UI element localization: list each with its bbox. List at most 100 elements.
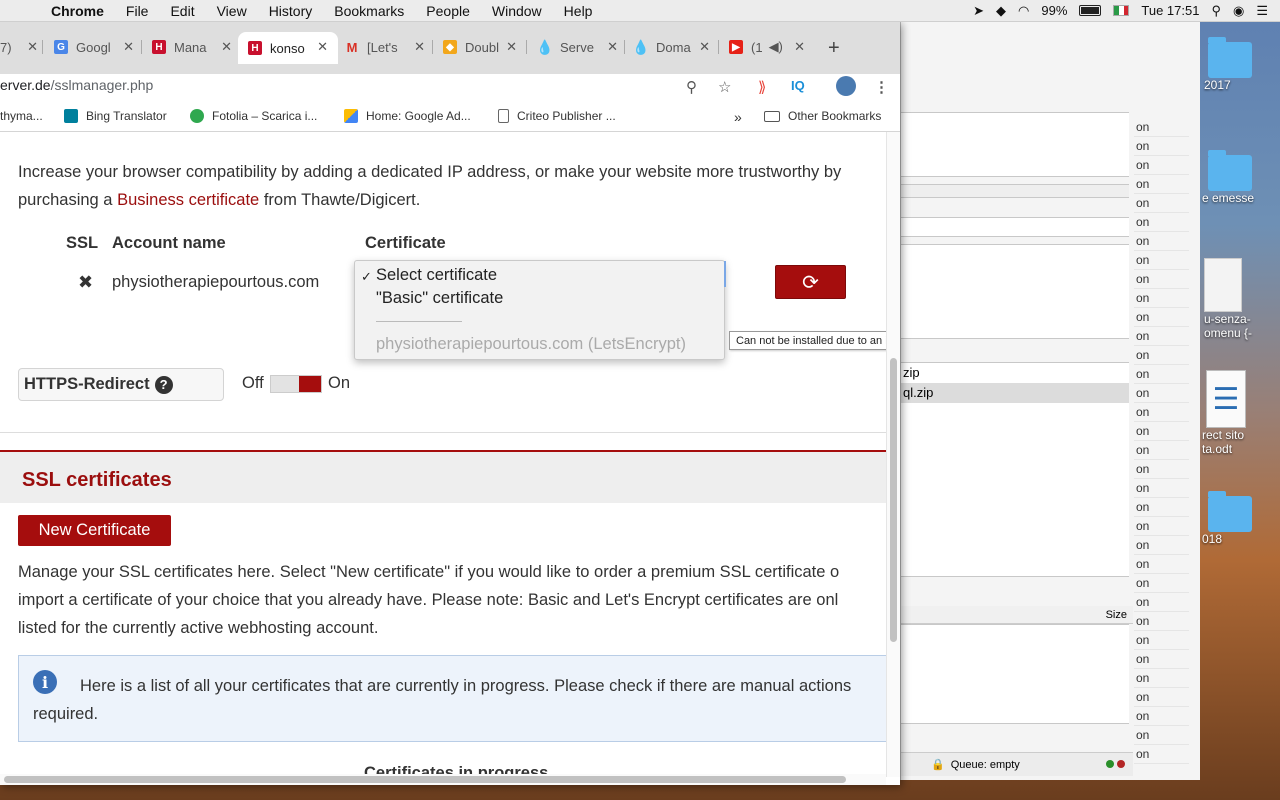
- column-cell: on: [1134, 270, 1189, 289]
- menu-window[interactable]: Window: [481, 3, 553, 19]
- close-icon[interactable]: ✕: [317, 39, 328, 55]
- battery-icon[interactable]: [1079, 5, 1102, 16]
- close-icon[interactable]: ✕: [699, 39, 710, 55]
- option-select-certificate[interactable]: Select certificate: [376, 266, 497, 285]
- tooltip: Can not be installed due to an invalid s…: [729, 331, 886, 350]
- other-bookmarks[interactable]: Other Bookmarks: [764, 109, 881, 123]
- desktop-label: e emesse: [1202, 191, 1255, 205]
- menu-chrome[interactable]: Chrome: [40, 3, 115, 19]
- file-item[interactable]: ql.zip: [901, 383, 1129, 403]
- close-icon[interactable]: ✕: [123, 39, 134, 55]
- business-certificate-link[interactable]: Business certificate: [117, 191, 259, 209]
- horizontal-scrollbar[interactable]: [0, 774, 886, 785]
- tab-8[interactable]: ▶ (1 ◀) ✕: [729, 32, 805, 62]
- tab-separator: [526, 40, 527, 54]
- fotolia-icon: [190, 109, 204, 123]
- spotlight-search-icon[interactable]: ⚲: [1211, 3, 1221, 19]
- tab-1[interactable]: G Googl ✕: [54, 32, 134, 62]
- close-icon[interactable]: ✕: [414, 39, 425, 55]
- file-item[interactable]: zip: [901, 363, 1129, 383]
- italian-flag-icon[interactable]: [1113, 5, 1130, 16]
- ssl-inactive-x-icon: ✖: [78, 272, 94, 292]
- help-question-icon[interactable]: ?: [154, 375, 173, 394]
- google-ads-icon: [344, 109, 358, 123]
- menu-people[interactable]: People: [415, 3, 481, 19]
- bookmark-fotolia[interactable]: Fotolia – Scarica i...: [190, 109, 317, 123]
- menu-view[interactable]: View: [206, 3, 258, 19]
- remote-column: on on on on on on on on on on on on on on on on on on on on…: [1134, 118, 1189, 764]
- bookmark-label: Other Bookmarks: [788, 109, 882, 123]
- bookmark-criteo[interactable]: Criteo Publisher ...: [498, 109, 616, 123]
- info-box: i Here is a list of all your certificate…: [18, 655, 886, 742]
- new-certificate-button[interactable]: New Certificate: [18, 515, 171, 546]
- option-basic-certificate[interactable]: "Basic" certificate: [376, 289, 503, 308]
- menu-edit[interactable]: Edit: [159, 3, 205, 19]
- tab-2[interactable]: H Mana ✕: [152, 32, 232, 62]
- extension-icon[interactable]: ⟫: [758, 78, 766, 96]
- menu-history[interactable]: History: [258, 3, 324, 19]
- menu-file[interactable]: File: [115, 3, 160, 19]
- close-icon[interactable]: ✕: [27, 39, 38, 55]
- close-icon[interactable]: ✕: [221, 39, 232, 55]
- vertical-scrollbar[interactable]: [886, 132, 900, 777]
- dropbox-icon[interactable]: ◆: [996, 3, 1006, 19]
- url-text[interactable]: erver.de/sslmanager.php: [0, 77, 153, 93]
- https-redirect-text: HTTPS-Redirect: [24, 375, 150, 393]
- tab-6[interactable]: 💧 Serve ✕: [538, 32, 618, 62]
- certificate-select-dropdown[interactable]: ✓ Select certificate "Basic" certificate…: [354, 260, 726, 360]
- zoom-icon[interactable]: ⚲: [686, 78, 697, 96]
- close-icon[interactable]: ✕: [607, 39, 618, 55]
- siri-icon[interactable]: ◉: [1233, 3, 1244, 19]
- scroll-thumb[interactable]: [4, 776, 846, 783]
- desktop-folder-2018[interactable]: 018: [1202, 491, 1252, 546]
- menu-help[interactable]: Help: [553, 3, 604, 19]
- notification-center-icon[interactable]: ☰: [1256, 3, 1268, 19]
- bookmark-google-ads[interactable]: Home: Google Ad...: [344, 109, 471, 123]
- desktop-folder-2017[interactable]: 2017: [1202, 37, 1252, 92]
- tab-4[interactable]: M [Let's ✕: [345, 32, 425, 62]
- toggle-on-label: On: [328, 374, 351, 392]
- tab-label: Googl: [76, 39, 111, 55]
- wifi-icon[interactable]: ◠: [1018, 3, 1029, 19]
- navigation-arrow-icon[interactable]: ➤: [973, 3, 984, 19]
- column-header-certificate: Certificate: [365, 234, 446, 252]
- bookmarks-bar: thyma... Bing Translator Fotolia – Scari…: [0, 102, 900, 132]
- column-cell: on: [1134, 536, 1189, 555]
- scroll-thumb[interactable]: [890, 358, 897, 642]
- background-file-browser: zip ql.zip Size 🔒 Queue: empty on on on on o…: [900, 22, 1200, 780]
- close-icon[interactable]: ✕: [506, 39, 517, 55]
- checkmark-icon: ✓: [361, 269, 372, 284]
- new-tab-button[interactable]: +: [828, 37, 840, 60]
- bookmark-0[interactable]: thyma...: [0, 109, 43, 123]
- toggle-knob[interactable]: [299, 376, 321, 392]
- folder-icon: [764, 110, 780, 122]
- tab-3-active[interactable]: H konso ✕: [238, 32, 338, 64]
- toggle-off-label: Off: [242, 374, 264, 392]
- menu-bookmarks[interactable]: Bookmarks: [323, 3, 415, 19]
- tab-5[interactable]: ◆ Doubl ✕: [443, 32, 517, 62]
- tab-strip: 7) ✕ G Googl ✕ H Mana ✕ H konso ✕ M [Let…: [0, 22, 900, 74]
- size-column-header[interactable]: Size: [901, 606, 1133, 624]
- path-combo[interactable]: [901, 217, 1129, 237]
- desktop-file-senza-nome[interactable]: u-senza- omenu {-: [1204, 258, 1252, 340]
- clock[interactable]: Tue 17:51: [1141, 3, 1199, 18]
- tab-7[interactable]: 💧 Doma ✕: [634, 32, 710, 62]
- bookmarks-overflow-chevron-icon[interactable]: »: [734, 109, 742, 125]
- iq-extension-icon[interactable]: IQ: [791, 78, 805, 93]
- address-bar[interactable]: erver.de/sslmanager.php ⚲ ☆ ⟫ IQ ⋮: [0, 74, 900, 102]
- column-cell: on: [1134, 460, 1189, 479]
- tab-label: (1: [751, 39, 763, 55]
- account-name: physiotherapiepourtous.com: [112, 273, 320, 291]
- tab-0[interactable]: 7) ✕: [0, 32, 38, 62]
- bookmark-bing[interactable]: Bing Translator: [64, 109, 167, 123]
- menu-kebab-icon[interactable]: ⋮: [874, 78, 889, 96]
- refresh-button[interactable]: ⟳: [775, 265, 846, 299]
- bookmark-star-icon[interactable]: ☆: [718, 78, 731, 96]
- close-icon[interactable]: ✕: [794, 39, 805, 55]
- desktop-file-odt[interactable]: ☰ rect sito ta.odt: [1202, 370, 1246, 456]
- https-redirect-toggle[interactable]: [270, 375, 322, 393]
- page-content: Increase your browser compatibility by a…: [0, 132, 886, 777]
- profile-avatar[interactable]: [836, 76, 856, 96]
- desktop-folder-emesse[interactable]: e emesse: [1202, 150, 1255, 205]
- column-header-account: Account name: [112, 234, 226, 252]
